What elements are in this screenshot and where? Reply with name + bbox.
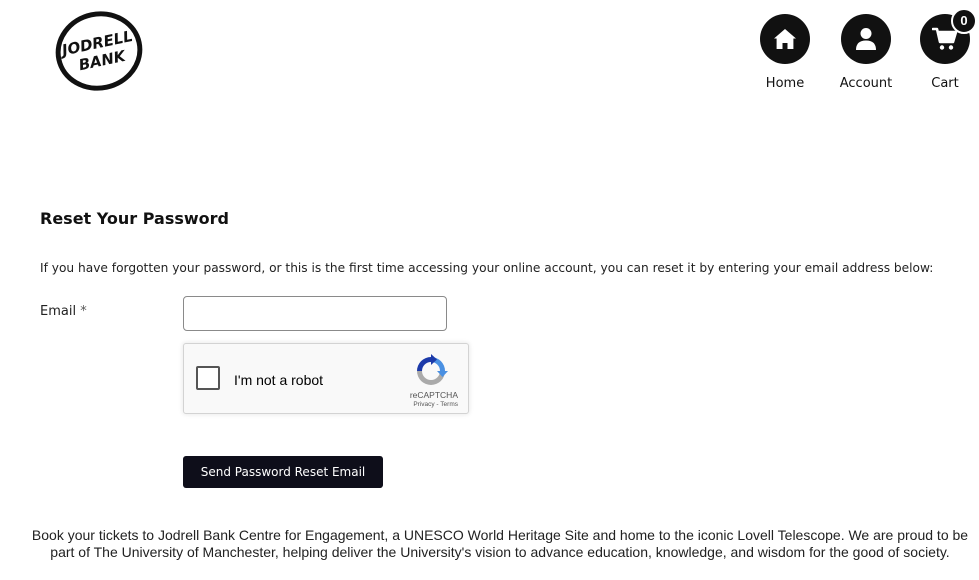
send-reset-email-button[interactable]: Send Password Reset Email xyxy=(183,456,383,488)
nav-account[interactable]: Account xyxy=(831,14,901,91)
nav-home-label[interactable]: Home xyxy=(750,76,820,91)
nav-cart[interactable]: 0 Cart xyxy=(910,8,979,91)
recaptcha-brand: reCAPTCHA xyxy=(409,390,458,400)
recaptcha-widget: I'm not a robot reCAPTCHA Privacy - Term… xyxy=(183,343,469,414)
intro-text: If you have forgotten your password, or … xyxy=(40,261,934,275)
cart-button[interactable]: 0 xyxy=(920,8,977,64)
page: JODRELL BANK Home Account 0 Cart Reset Y… xyxy=(0,0,979,580)
footer-text: Book your tickets to Jodrell Bank Centre… xyxy=(31,527,969,560)
home-icon xyxy=(774,29,796,49)
email-label-text: Email xyxy=(40,304,77,319)
account-button[interactable] xyxy=(841,14,891,64)
email-input[interactable] xyxy=(183,296,447,331)
recaptcha-checkbox[interactable] xyxy=(196,366,220,390)
required-mark: * xyxy=(80,304,87,319)
recaptcha-privacy-link[interactable]: Privacy xyxy=(413,401,434,408)
nav-cart-label[interactable]: Cart xyxy=(910,76,979,91)
page-title: Reset Your Password xyxy=(40,209,229,228)
user-icon xyxy=(856,28,876,50)
nav-account-label[interactable]: Account xyxy=(831,76,901,91)
jodrell-bank-logo[interactable]: JODRELL BANK xyxy=(54,10,144,92)
home-button[interactable] xyxy=(760,14,810,64)
cart-count-badge: 0 xyxy=(951,8,977,34)
cart-icon xyxy=(932,27,958,50)
recaptcha-terms: Privacy - Terms xyxy=(413,401,458,408)
recaptcha-label: I'm not a robot xyxy=(234,372,324,388)
email-label: Email * xyxy=(40,304,87,319)
recaptcha-logo-icon xyxy=(417,354,448,385)
recaptcha-terms-link[interactable]: Terms xyxy=(440,401,458,408)
nav-home[interactable]: Home xyxy=(750,14,820,91)
header-nav: Home Account 0 Cart xyxy=(739,8,979,104)
